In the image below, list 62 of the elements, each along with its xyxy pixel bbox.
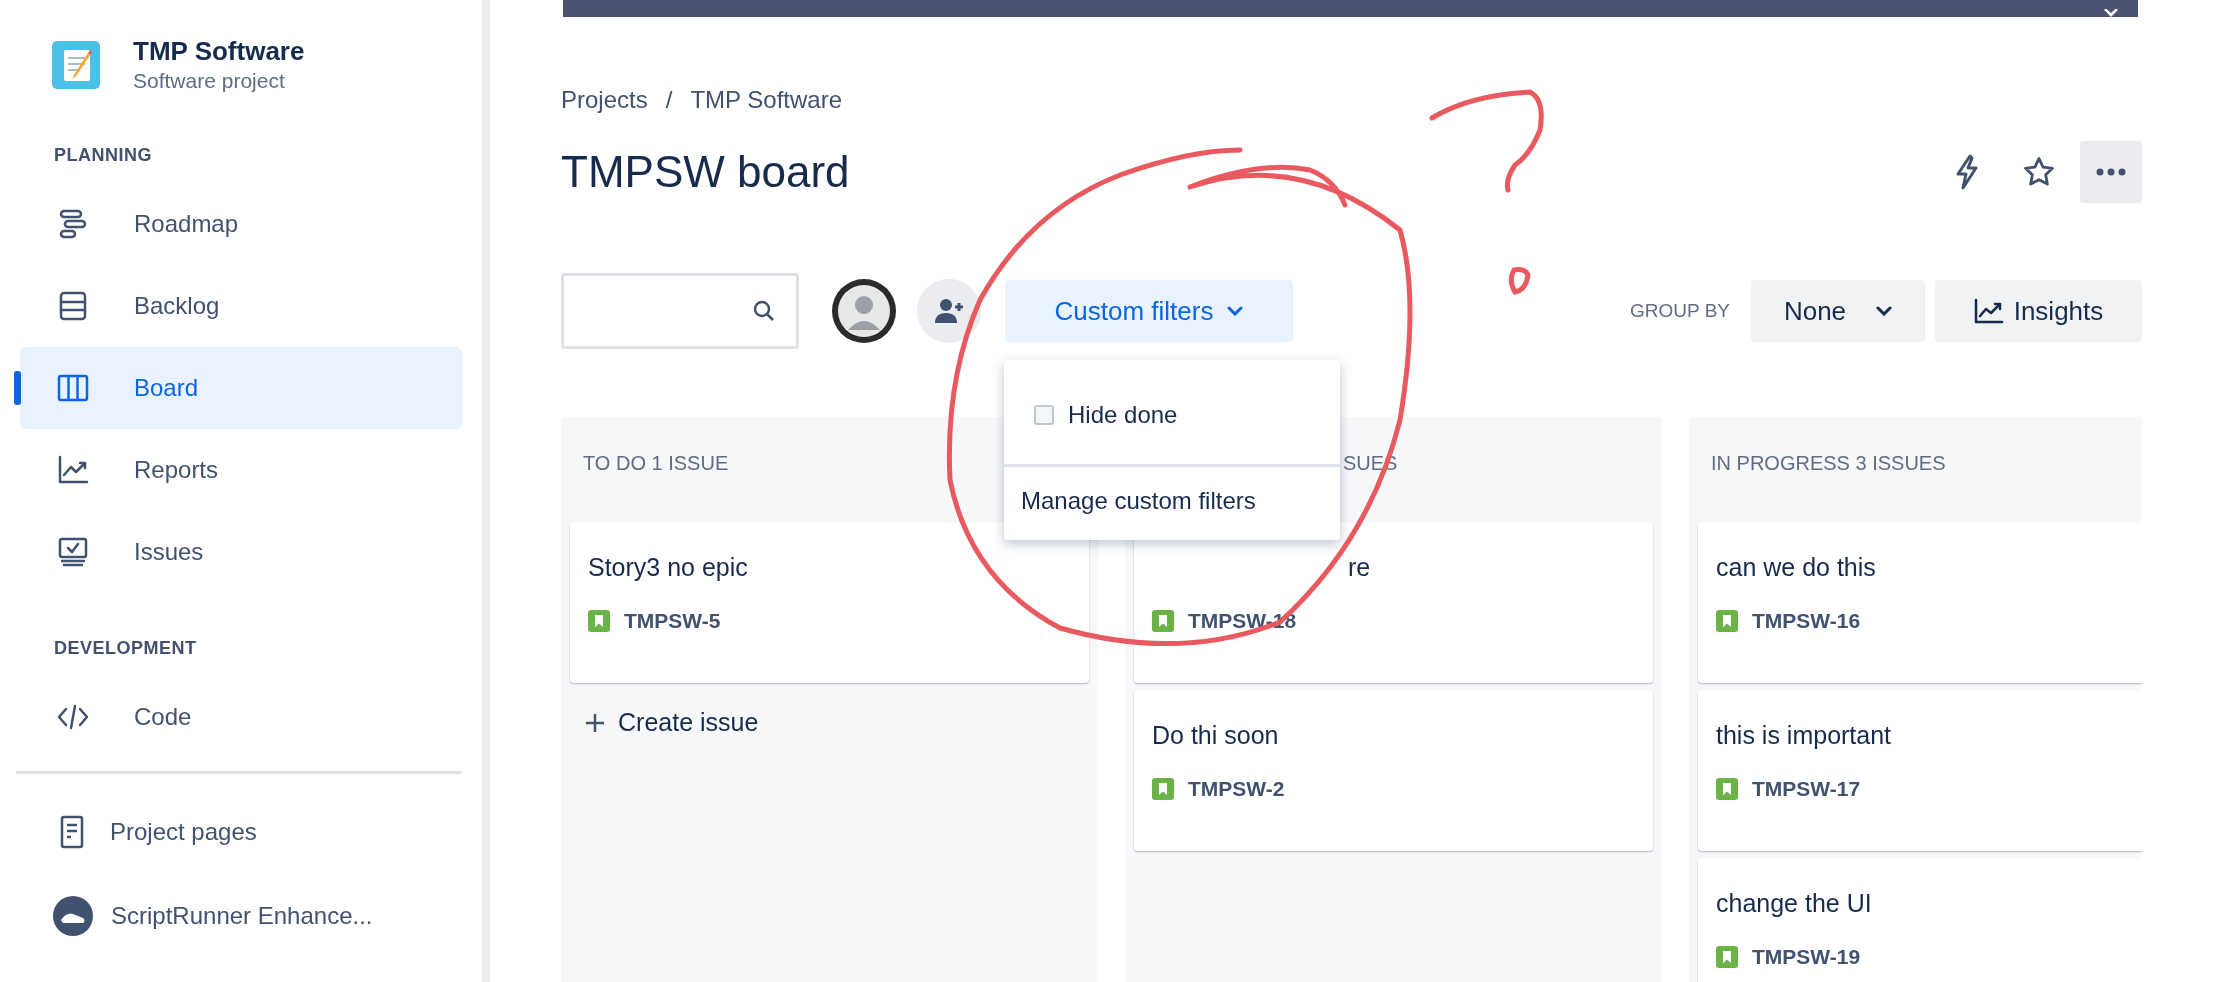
card-title: change the UI (1716, 888, 1873, 919)
bookmark-icon (1716, 777, 1738, 800)
sidebar-item[interactable]: Code (20, 676, 462, 758)
chart-icon (1973, 298, 2004, 324)
issue-key: TMPSW-16 (1752, 605, 1861, 637)
sidebar-item[interactable]: Board (20, 347, 462, 429)
bookmark-icon (588, 609, 610, 632)
more-icon (2096, 168, 2126, 176)
custom-filters-button[interactable]: Custom filters (1005, 280, 1293, 342)
bookmark-icon (1152, 777, 1174, 800)
checkbox[interactable] (1034, 405, 1054, 425)
sidebar-item[interactable]: Roadmap (20, 183, 462, 265)
sidebar-item[interactable]: Issues (20, 511, 462, 593)
project-name: TMP Software (133, 35, 305, 67)
issue-card[interactable]: this is important TMPSW-17 (1698, 690, 2142, 851)
column-header: TO DO 1 ISSUE (582, 451, 730, 475)
bookmark-icon (1152, 609, 1174, 632)
more-button[interactable] (2080, 141, 2142, 203)
issue-card[interactable]: can we do this TMPSW-16 (1698, 522, 2142, 683)
issue-card[interactable]: Story3 no epic TMPSW-5 (570, 522, 1089, 683)
insights-button[interactable]: Insights (1935, 280, 2142, 342)
group-by-label: GROUP BY (1630, 298, 1730, 323)
menu-item[interactable]: Hide done (1004, 360, 1340, 464)
avatar[interactable] (831, 278, 897, 344)
document-icon (60, 815, 84, 849)
notepad-icon (52, 41, 100, 89)
section-heading: PLANNING (53, 144, 153, 167)
bookmark-icon (1716, 945, 1738, 968)
breadcrumb-separator: / (665, 85, 673, 115)
plus-icon (584, 712, 606, 734)
breadcrumb-link[interactable]: Projects (561, 82, 648, 118)
card-title: can we do this (1716, 552, 1877, 583)
create-issue-button[interactable]: Create issue (584, 703, 759, 743)
issue-card[interactable]: change the UI TMPSW-19 (1698, 858, 2142, 982)
chevron-down-icon (1227, 306, 1244, 316)
sidebar-item[interactable]: Project pages (0, 790, 482, 874)
group-by-dropdown[interactable]: None (1751, 280, 1925, 342)
sidebar-item[interactable]: Reports (20, 429, 462, 511)
issue-key: TMPSW-19 (1752, 941, 1861, 973)
issue-card[interactable]: Do thi soon TMPSW-2 (1134, 690, 1653, 851)
search-icon (752, 299, 776, 323)
star-icon[interactable] (2022, 155, 2056, 189)
search-field[interactable] (561, 273, 799, 349)
bookmark-icon (1716, 609, 1738, 632)
issue-key: TMPSW-17 (1752, 773, 1861, 805)
selection-indicator (14, 371, 21, 405)
breadcrumb-link[interactable]: TMP Software (690, 82, 842, 118)
sidebar-item[interactable]: Backlog (20, 265, 462, 347)
column-header: IN PROGRESS 3 ISSUES (1710, 451, 1947, 475)
chevron-down-icon (1876, 306, 1893, 316)
board-title: TMPSW board (561, 146, 850, 198)
issue-key: TMPSW-2 (1188, 773, 1285, 805)
card-title: Story3 no epic (588, 552, 749, 583)
card-title: this is important (1716, 720, 1893, 751)
card-title: re (1347, 552, 1372, 583)
project-type: Software project (133, 68, 286, 94)
sidebar-item[interactable]: ScriptRunner Enhance... (0, 874, 482, 958)
issue-key: TMPSW-5 (624, 605, 721, 637)
monitor-check-icon (56, 535, 90, 569)
close-icon[interactable] (2104, 9, 2118, 17)
card-title: Do thi soon (1152, 720, 1280, 751)
section-heading: DEVELOPMENT (53, 637, 198, 660)
